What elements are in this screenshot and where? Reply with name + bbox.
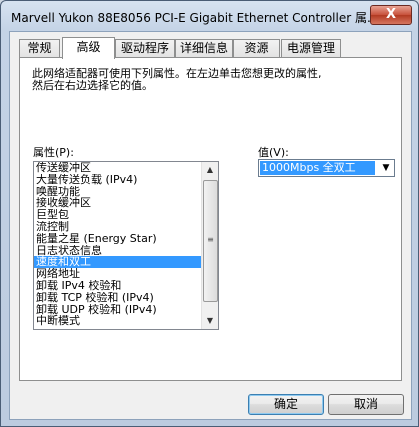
tab-power-management[interactable]: 电源管理 xyxy=(281,39,341,57)
chevron-down-icon[interactable]: ▼ xyxy=(378,160,394,176)
list-item[interactable]: 巨型包 xyxy=(34,209,203,221)
list-item[interactable]: 流控制 xyxy=(34,221,203,233)
list-item[interactable]: 接收缓冲区 xyxy=(34,197,203,209)
list-item[interactable]: 卸载 IPv4 校验和 xyxy=(34,280,203,292)
advanced-panel: 此网络适配器可使用下列属性。在左边单击您想更改的属性, 然后在右边选择它的值。 … xyxy=(19,57,402,381)
tab-details[interactable]: 详细信息 xyxy=(175,39,233,57)
close-button[interactable]: X xyxy=(370,5,412,25)
tab-driver[interactable]: 驱动程序 xyxy=(115,39,175,57)
properties-dialog: Marvell Yukon 88E8056 PCI-E Gigabit Ethe… xyxy=(0,0,419,427)
list-item[interactable]: 卸载 UDP 校验和 (IPv4) xyxy=(34,304,203,316)
ok-button[interactable]: 确定 xyxy=(248,394,324,415)
window-title: Marvell Yukon 88E8056 PCI-E Gigabit Ethe… xyxy=(11,11,373,25)
cancel-button[interactable]: 取消 xyxy=(328,394,404,415)
scrollbar-thumb[interactable]: ≡ xyxy=(203,180,218,302)
property-list-scrollbar[interactable]: ▲ ≡ ▼ xyxy=(201,162,218,329)
list-item[interactable]: 大量传送负载 (IPv4) xyxy=(34,174,203,186)
value-label: 值(V): xyxy=(258,146,289,159)
property-label: 属性(P): xyxy=(33,146,74,159)
value-dropdown[interactable]: 1000Mbps 全双工 ▼ xyxy=(258,159,395,177)
tab-resources[interactable]: 资源 xyxy=(233,39,280,57)
list-item[interactable]: 能量之星 (Energy Star) xyxy=(34,233,203,245)
list-item[interactable]: 传送缓冲区 xyxy=(34,162,203,174)
value-dropdown-selected: 1000Mbps 全双工 xyxy=(260,161,375,175)
list-item[interactable]: 网络地址 xyxy=(34,268,203,280)
panel-description: 此网络适配器可使用下列属性。在左边单击您想更改的属性, 然后在右边选择它的值。 xyxy=(32,68,382,92)
description-line-2: 然后在右边选择它的值。 xyxy=(32,79,153,92)
dialog-client-area: 常规 高级 驱动程序 详细信息 资源 电源管理 此网络适配器可使用下列属性。在左… xyxy=(9,31,412,420)
grip-icon: ≡ xyxy=(207,235,214,244)
scroll-up-arrow-icon[interactable]: ▲ xyxy=(202,162,218,178)
tab-general[interactable]: 常规 xyxy=(19,39,60,57)
property-listbox[interactable]: 传送缓冲区 大量传送负载 (IPv4) 唤醒功能 接收缓冲区 巨型包 流控制 能… xyxy=(33,161,219,330)
title-bar[interactable]: Marvell Yukon 88E8056 PCI-E Gigabit Ethe… xyxy=(1,1,418,31)
list-item[interactable]: 中断模式 xyxy=(34,315,203,327)
tab-advanced[interactable]: 高级 xyxy=(62,37,115,59)
list-item[interactable]: 日志状态信息 xyxy=(34,245,203,257)
list-item-selected[interactable]: 速度和双工 xyxy=(34,256,203,269)
list-item[interactable]: 卸载 TCP 校验和 (IPv4) xyxy=(34,292,203,304)
list-item[interactable]: 唤醒功能 xyxy=(34,186,203,198)
scroll-down-arrow-icon[interactable]: ▼ xyxy=(202,313,218,329)
